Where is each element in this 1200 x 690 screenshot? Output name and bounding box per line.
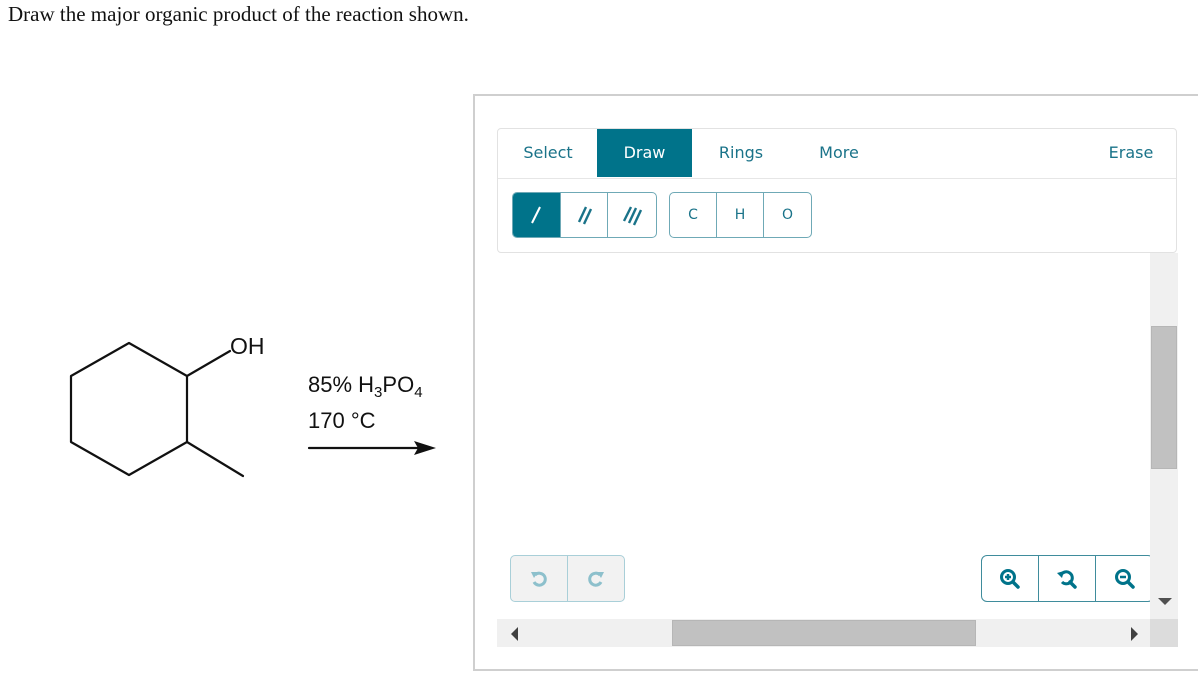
reagent-subscript: 4 (414, 384, 423, 401)
toolbar-tabs: Select Draw Rings More Erase (498, 129, 1176, 179)
undo-icon (530, 571, 547, 587)
reagent-line-2: 170 °C (308, 408, 376, 433)
tab-select[interactable]: Select (512, 129, 584, 177)
triple-bond-button[interactable] (608, 193, 656, 237)
single-bond-button[interactable] (513, 193, 561, 237)
single-bond-icon (531, 206, 542, 224)
horizontal-scrollbar-thumb[interactable] (672, 620, 977, 646)
atom-hydrogen-button[interactable]: H (717, 193, 764, 237)
scroll-left-arrow-icon[interactable] (511, 627, 518, 641)
methyl-bond (185, 440, 245, 478)
editor-toolbar: Select Draw Rings More Erase C H O (497, 128, 1177, 253)
reset-zoom-icon (1057, 569, 1077, 589)
reagent-text: PO (382, 372, 415, 397)
double-bond-icon (577, 206, 593, 225)
atom-tools: C H O (669, 192, 812, 238)
atom-oxygen-button[interactable]: O (764, 193, 811, 237)
tab-erase[interactable]: Erase (1096, 129, 1166, 177)
tab-rings[interactable]: Rings (706, 129, 776, 177)
atom-carbon-button[interactable]: C (670, 193, 717, 237)
bond-tools (512, 192, 657, 238)
horizontal-scrollbar[interactable] (497, 619, 1150, 647)
tab-more[interactable]: More (804, 129, 874, 177)
reagent-text: 85% H (308, 372, 375, 397)
history-tools (510, 555, 625, 602)
zoom-in-button[interactable] (982, 556, 1039, 601)
zoom-tools (981, 555, 1154, 602)
zoom-out-button[interactable] (1096, 556, 1153, 601)
zoom-out-icon (1114, 568, 1135, 589)
reset-zoom-button[interactable] (1039, 556, 1096, 601)
oh-bond (185, 349, 232, 378)
redo-button[interactable] (568, 556, 625, 601)
zoom-in-icon (1000, 568, 1020, 589)
tab-draw[interactable]: Draw (597, 129, 692, 177)
hydroxyl-label: OH (230, 333, 265, 359)
reactant-structure (69, 341, 436, 478)
redo-icon (587, 571, 604, 587)
scrollbar-corner (1150, 619, 1178, 647)
triple-bond-icon (623, 206, 643, 226)
reagent-line-1: 85% H3PO4 (308, 372, 423, 401)
vertical-scrollbar-thumb[interactable] (1151, 326, 1177, 469)
scroll-right-arrow-icon[interactable] (1131, 627, 1138, 641)
undo-button[interactable] (511, 556, 568, 601)
cyclohexane-ring (69, 341, 189, 477)
double-bond-button[interactable] (561, 193, 609, 237)
scroll-down-arrow-icon[interactable] (1158, 598, 1172, 605)
vertical-scrollbar[interactable] (1150, 253, 1178, 619)
